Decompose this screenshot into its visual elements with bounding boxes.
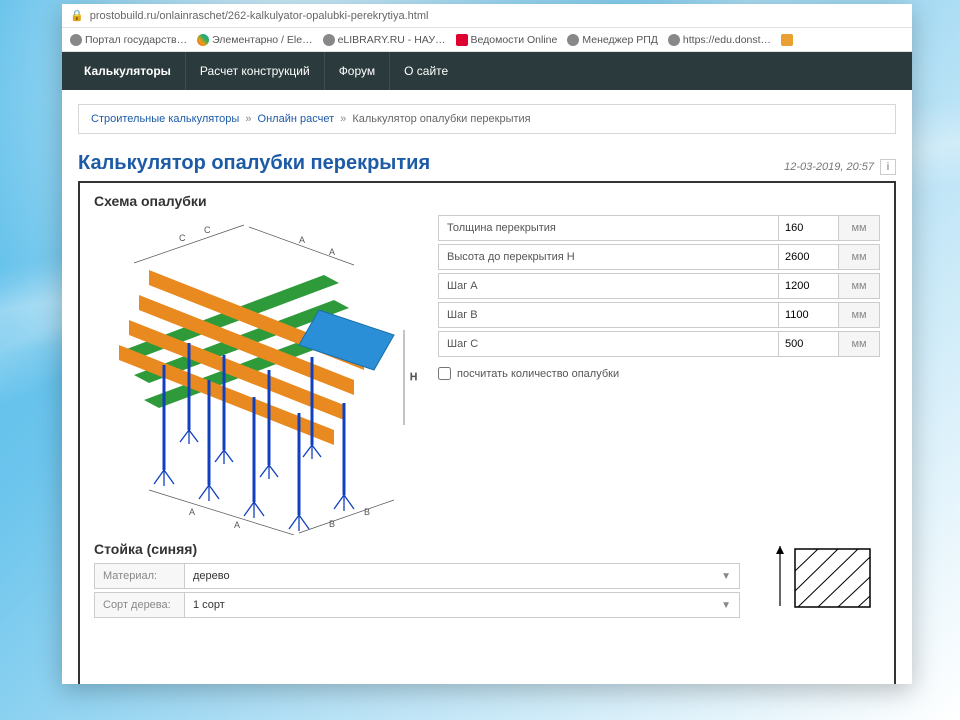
input-step-b[interactable]: 1100 (779, 303, 839, 327)
page-title: Калькулятор опалубки перекрытия (78, 152, 430, 175)
top-nav: Калькуляторы Расчет конструкций Форум О … (62, 52, 912, 90)
checkbox-count-formwork[interactable]: посчитать количество опалубки (438, 367, 880, 380)
calculator-panel: Схема опалубки C C A A (78, 181, 896, 684)
bookmark-icon (197, 34, 209, 46)
breadcrumb-current: Калькулятор опалубки перекрытия (352, 113, 530, 125)
input-height-h[interactable]: 2600 (779, 245, 839, 269)
bookmark-item[interactable]: Портал государств… (70, 34, 187, 46)
input-thickness[interactable]: 160 (779, 216, 839, 240)
bookmark-item[interactable]: https://edu.donst… (668, 34, 771, 46)
chevron-down-icon: ▼ (721, 600, 731, 611)
bookmark-item[interactable]: Ведомости Online (456, 34, 558, 46)
param-step-b: Шаг B 1100 мм (438, 302, 880, 328)
breadcrumb: Строительные калькуляторы » Онлайн расче… (78, 104, 896, 134)
bookmark-icon (781, 34, 793, 46)
nav-item-calculators[interactable]: Калькуляторы (70, 52, 186, 90)
browser-window: 🔒 prostobuild.ru/onlainraschet/262-kalku… (62, 4, 912, 684)
section-title-stoika: Стойка (синяя) (94, 541, 740, 557)
bookmark-item[interactable] (781, 34, 793, 46)
chevron-down-icon: ▼ (721, 571, 731, 582)
param-height-h: Высота до перекрытия H 2600 мм (438, 244, 880, 270)
globe-icon (70, 34, 82, 46)
input-step-a[interactable]: 1200 (779, 274, 839, 298)
svg-text:A: A (234, 520, 240, 530)
bookmarks-bar: Портал государств… Элементарно / Ele… eL… (62, 28, 912, 52)
url-bar: 🔒 prostobuild.ru/onlainraschet/262-kalku… (62, 4, 912, 28)
svg-text:A: A (189, 507, 195, 517)
breadcrumb-link[interactable]: Строительные калькуляторы (91, 113, 239, 125)
select-material[interactable]: Материал: дерево ▼ (94, 563, 740, 589)
timestamp: 12-03-2019, 20:57 i (784, 159, 896, 175)
nav-item-raschet[interactable]: Расчет конструкций (186, 52, 325, 90)
globe-icon (323, 34, 335, 46)
globe-icon (567, 34, 579, 46)
checkbox-input[interactable] (438, 367, 451, 380)
svg-text:C: C (204, 225, 211, 235)
nav-item-about[interactable]: О сайте (390, 52, 462, 90)
svg-text:B: B (364, 507, 370, 517)
bookmark-item[interactable]: Менеджер РПД (567, 34, 658, 46)
section-title-schema: Схема опалубки (94, 193, 880, 209)
angular-icon (456, 34, 468, 46)
svg-text:A: A (299, 235, 305, 245)
input-step-c[interactable]: 500 (779, 332, 839, 356)
parameters-column: Толщина перекрытия 160 мм Высота до пере… (438, 215, 880, 380)
svg-text:H: H (410, 372, 417, 383)
svg-text:B: B (329, 519, 335, 529)
svg-text:C: C (179, 233, 186, 243)
formwork-schema-image: C C A A (94, 215, 424, 535)
svg-text:A: A (329, 247, 335, 257)
info-icon[interactable]: i (880, 159, 896, 175)
param-thickness: Толщина перекрытия 160 мм (438, 215, 880, 241)
param-step-a: Шаг A 1200 мм (438, 273, 880, 299)
page-content: Калькуляторы Расчет конструкций Форум О … (62, 52, 912, 684)
url-text: prostobuild.ru/onlainraschet/262-kalkuly… (90, 10, 429, 22)
param-step-c: Шаг C 500 мм (438, 331, 880, 357)
bookmark-item[interactable]: Элементарно / Ele… (197, 34, 312, 46)
nav-item-forum[interactable]: Форум (325, 52, 390, 90)
select-wood-grade[interactable]: Сорт дерева: 1 сорт ▼ (94, 592, 740, 618)
lock-icon: 🔒 (70, 9, 84, 22)
breadcrumb-link[interactable]: Онлайн расчет (258, 113, 335, 125)
section-diagram (760, 541, 880, 611)
bookmark-item[interactable]: eLIBRARY.RU - НАУ… (323, 34, 446, 46)
globe-icon (668, 34, 680, 46)
